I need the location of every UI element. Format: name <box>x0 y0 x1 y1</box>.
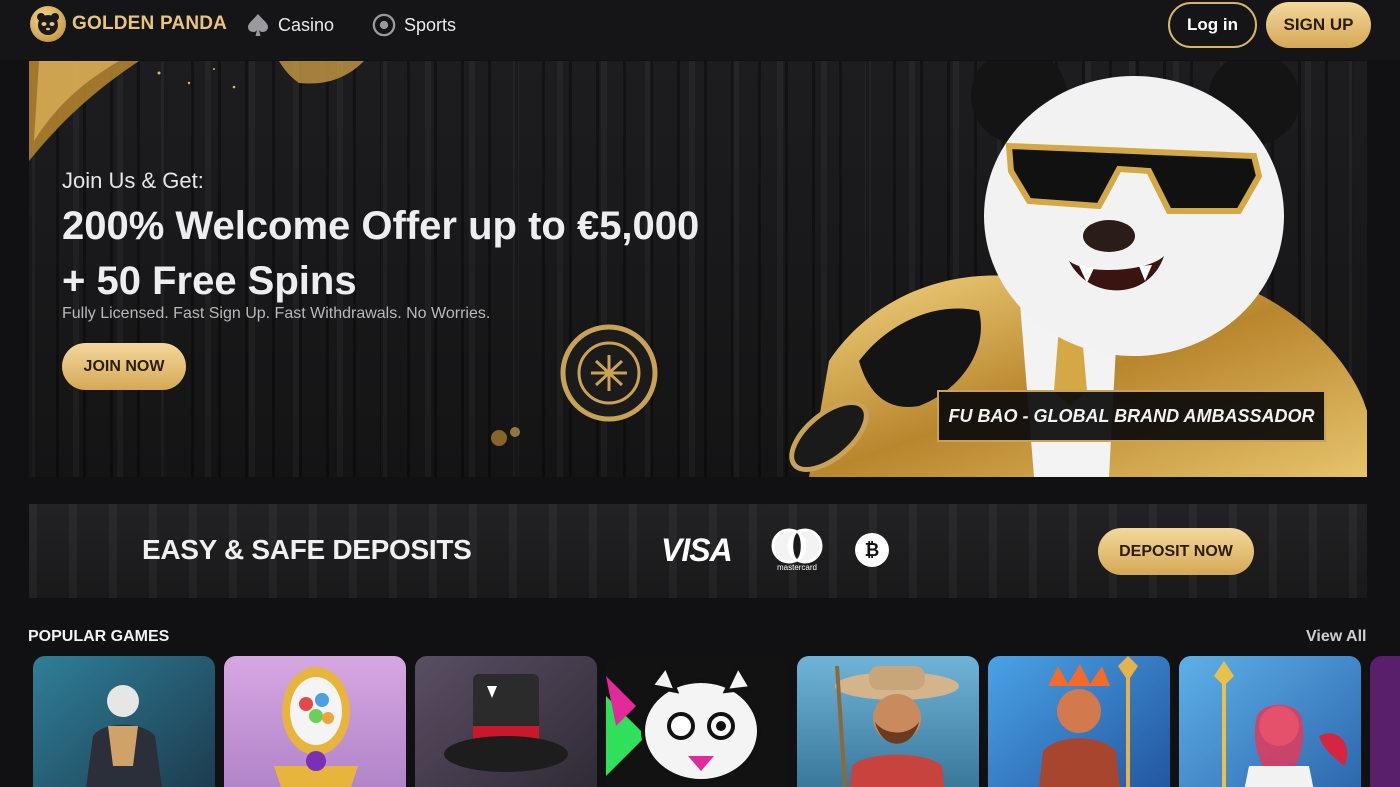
nav-casino[interactable]: Casino <box>246 10 334 40</box>
top-header: GOLDEN PANDA Casino Sports Log in SIGN U… <box>0 0 1400 60</box>
view-all-link[interactable]: View All <box>1306 628 1366 646</box>
nav-sports-label: Sports <box>404 14 457 35</box>
gold-sparkle-decoration <box>491 427 520 446</box>
game-tile-3[interactable] <box>415 656 597 787</box>
spade-icon <box>246 13 270 37</box>
soccer-ball-icon <box>372 13 396 37</box>
mastercard-logo: mastercard <box>769 528 825 574</box>
logo[interactable]: GOLDEN PANDA <box>30 6 227 42</box>
logo-text: GOLDEN PANDA <box>72 13 228 34</box>
ambassador-label: FU BAO - GLOBAL BRAND AMBASSADOR <box>948 405 1315 426</box>
popular-games-title: POPULAR GAMES <box>28 628 170 645</box>
hero-title-line2: + 50 Free Spins <box>62 259 357 303</box>
nav-casino-label: Casino <box>278 14 335 35</box>
hero-subtitle: Fully Licensed. Fast Sign Up. Fast Withd… <box>62 305 491 322</box>
mastercard-icon <box>771 528 823 564</box>
game-tile-6[interactable] <box>988 656 1170 787</box>
bitcoin-icon: ₿ <box>855 533 889 567</box>
hero-title-line1: 200% Welcome Offer up to €5,000 <box>62 204 700 248</box>
deposit-now-button[interactable]: DEPOSIT NOW <box>1098 528 1254 575</box>
join-now-button[interactable]: JOIN NOW <box>62 343 186 390</box>
signup-button[interactable]: SIGN UP <box>1266 2 1371 48</box>
nav-sports[interactable]: Sports <box>372 10 456 40</box>
games-carousel <box>33 656 1400 787</box>
gold-leaf-decoration <box>29 61 364 161</box>
visa-logo: VISA <box>661 532 733 568</box>
hero-title: 200% Welcome Offer up to €5,000 + 50 Fre… <box>62 199 822 309</box>
game-tile-2[interactable] <box>224 656 406 787</box>
ambassador-badge: FU BAO - GLOBAL BRAND AMBASSADOR <box>937 390 1326 442</box>
mastercard-label: mastercard <box>776 563 817 572</box>
game-tile-8[interactable] <box>1370 656 1400 787</box>
hero-kicker: Join Us & Get: <box>62 168 204 193</box>
game-tile-4[interactable] <box>606 656 788 787</box>
game-tile-5[interactable] <box>797 656 979 787</box>
game-tile-7[interactable] <box>1179 656 1361 787</box>
hero-banner[interactable]: Join Us & Get: 200% Welcome Offer up to … <box>29 61 1367 477</box>
game-tile-1[interactable] <box>33 656 215 787</box>
casino-chip-icon <box>560 324 658 422</box>
deposit-title: EASY & SAFE DEPOSITS <box>142 534 472 565</box>
panda-logo-icon <box>30 6 66 42</box>
deposit-banner: EASY & SAFE DEPOSITS VISA mastercard ₿ D… <box>29 504 1367 598</box>
login-button[interactable]: Log in <box>1168 2 1257 48</box>
